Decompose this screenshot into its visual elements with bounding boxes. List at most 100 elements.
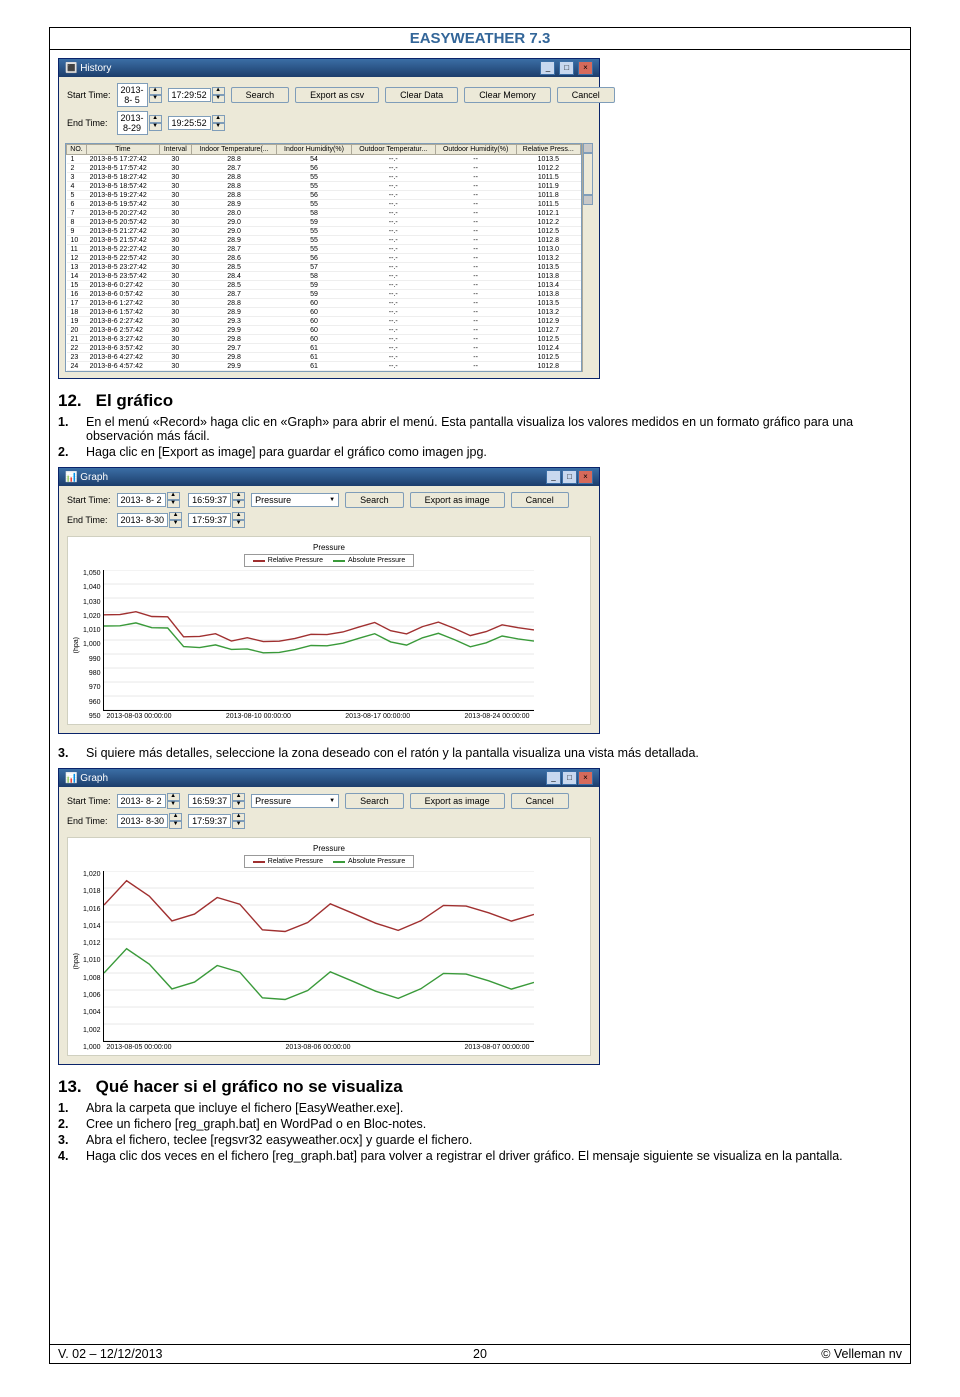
spinner-down-icon[interactable]: ▼	[212, 123, 225, 131]
table-row[interactable]: 152013-8-6 0:27:423028.559--.---1013.4	[67, 281, 581, 290]
spinner-up-icon[interactable]: ▲	[149, 115, 162, 123]
start-time-field[interactable]: 16:59:37	[188, 493, 231, 507]
table-row[interactable]: 172013-8-6 1:27:423028.860--.---1013.5	[67, 299, 581, 308]
cancel-button[interactable]: Cancel	[557, 87, 615, 103]
table-row[interactable]: 122013-8-5 22:57:423028.656--.---1013.2	[67, 254, 581, 263]
history-col-header[interactable]: Indoor Temperature(...	[191, 145, 276, 155]
export-image-button[interactable]: Export as image	[410, 492, 505, 508]
start-date-field[interactable]: 2013- 8- 5	[117, 83, 148, 107]
table-row[interactable]: 102013-8-5 21:57:423028.955--.---1012.8	[67, 236, 581, 245]
history-col-header[interactable]: Time	[87, 145, 160, 155]
end-date-field[interactable]: 2013- 8-30	[117, 513, 169, 527]
table-row[interactable]: 242013-8-6 4:57:423029.961--.---1012.8	[67, 362, 581, 371]
table-row[interactable]: 182013-8-6 1:57:423028.960--.---1013.2	[67, 308, 581, 317]
table-row[interactable]: 32013-8-5 18:27:423028.855--.---1011.5	[67, 173, 581, 182]
minimize-icon[interactable]: _	[540, 61, 555, 75]
measure-select[interactable]: Pressure▼	[251, 794, 339, 808]
spinner-up-icon[interactable]: ▲	[212, 115, 225, 123]
graph-window-1: 📊 Graph _□× Start Time: 2013- 8- 2▲▼ 16:…	[58, 467, 600, 734]
table-row[interactable]: 142013-8-5 23:57:423028.458--.---1013.8	[67, 272, 581, 281]
plot-area: Pressure Relative Pressure Absolute Pres…	[67, 536, 591, 725]
minimize-icon[interactable]: _	[546, 771, 561, 785]
spinner-down-icon[interactable]: ▼	[149, 95, 162, 103]
table-row[interactable]: 162013-8-6 0:57:423028.759--.---1013.8	[67, 290, 581, 299]
end-date-field[interactable]: 2013- 8-30	[117, 814, 169, 828]
plot-svg[interactable]	[103, 871, 534, 1042]
spinner-down-icon[interactable]: ▼	[169, 821, 182, 829]
spinner-down-icon[interactable]: ▼	[232, 801, 245, 809]
spinner-down-icon[interactable]: ▼	[149, 123, 162, 131]
spinner-up-icon[interactable]: ▲	[232, 813, 245, 821]
table-row[interactable]: 212013-8-6 3:27:423029.860--.---1012.5	[67, 335, 581, 344]
spinner-up-icon[interactable]: ▲	[169, 813, 182, 821]
scrollbar[interactable]	[582, 143, 593, 372]
table-row[interactable]: 12013-8-5 17:27:423028.854--.---1013.5	[67, 155, 581, 164]
plot-svg[interactable]	[103, 570, 534, 711]
spinner-down-icon[interactable]: ▼	[169, 520, 182, 528]
clear-memory-button[interactable]: Clear Memory	[464, 87, 551, 103]
spinner-down-icon[interactable]: ▼	[232, 520, 245, 528]
table-row[interactable]: 202013-8-6 2:57:423029.960--.---1012.7	[67, 326, 581, 335]
list-item: 4.Haga clic dos veces en el fichero [reg…	[58, 1149, 902, 1163]
spinner-up-icon[interactable]: ▲	[149, 87, 162, 95]
spinner-down-icon[interactable]: ▼	[232, 500, 245, 508]
table-row[interactable]: 22013-8-5 17:57:423028.756--.---1012.2	[67, 164, 581, 173]
end-time-field[interactable]: 17:59:37	[188, 513, 231, 527]
table-row[interactable]: 192013-8-6 2:27:423029.360--.---1012.9	[67, 317, 581, 326]
history-col-header[interactable]: Outdoor Temperatur...	[351, 145, 435, 155]
end-date-field[interactable]: 2013- 8-29	[117, 111, 148, 135]
list-item: 1.Abra la carpeta que incluye el fichero…	[58, 1101, 902, 1115]
cancel-button[interactable]: Cancel	[511, 793, 569, 809]
history-col-header[interactable]: NO.	[67, 145, 87, 155]
graph-window-title: 📊 Graph	[65, 472, 108, 483]
table-row[interactable]: 42013-8-5 18:57:423028.855--.---1011.9	[67, 182, 581, 191]
start-time-field[interactable]: 17:29:52	[168, 88, 211, 102]
close-icon[interactable]: ×	[578, 771, 593, 785]
end-time-field[interactable]: 19:25:52	[168, 116, 211, 130]
search-button[interactable]: Search	[345, 492, 404, 508]
end-time-label: End Time:	[67, 816, 111, 826]
maximize-icon[interactable]: □	[562, 771, 577, 785]
table-row[interactable]: 52013-8-5 19:27:423028.856--.---1011.8	[67, 191, 581, 200]
spinner-up-icon[interactable]: ▲	[232, 512, 245, 520]
spinner-down-icon[interactable]: ▼	[212, 95, 225, 103]
search-button[interactable]: Search	[345, 793, 404, 809]
spinner-up-icon[interactable]: ▲	[169, 512, 182, 520]
close-icon[interactable]: ×	[578, 61, 593, 75]
spinner-up-icon[interactable]: ▲	[167, 793, 180, 801]
spinner-up-icon[interactable]: ▲	[232, 793, 245, 801]
spinner-up-icon[interactable]: ▲	[167, 492, 180, 500]
table-row[interactable]: 82013-8-5 20:57:423029.059--.---1012.2	[67, 218, 581, 227]
plot-legend: Relative Pressure Absolute Pressure	[244, 855, 414, 868]
start-date-field[interactable]: 2013- 8- 2	[117, 493, 166, 507]
close-icon[interactable]: ×	[578, 470, 593, 484]
table-row[interactable]: 112013-8-5 22:27:423028.755--.---1013.0	[67, 245, 581, 254]
export-image-button[interactable]: Export as image	[410, 793, 505, 809]
table-row[interactable]: 72013-8-5 20:27:423028.058--.---1012.1	[67, 209, 581, 218]
end-time-field[interactable]: 17:59:37	[188, 814, 231, 828]
measure-select[interactable]: Pressure▼	[251, 493, 339, 507]
history-col-header[interactable]: Relative Press...	[516, 145, 580, 155]
table-row[interactable]: 92013-8-5 21:27:423029.055--.---1012.5	[67, 227, 581, 236]
clear-data-button[interactable]: Clear Data	[385, 87, 458, 103]
export-csv-button[interactable]: Export as csv	[295, 87, 379, 103]
cancel-button[interactable]: Cancel	[511, 492, 569, 508]
maximize-icon[interactable]: □	[562, 470, 577, 484]
spinner-up-icon[interactable]: ▲	[232, 492, 245, 500]
maximize-icon[interactable]: □	[559, 61, 574, 75]
history-col-header[interactable]: Interval	[159, 145, 191, 155]
history-col-header[interactable]: Indoor Humidity(%)	[277, 145, 352, 155]
minimize-icon[interactable]: _	[546, 470, 561, 484]
spinner-down-icon[interactable]: ▼	[232, 821, 245, 829]
start-date-field[interactable]: 2013- 8- 2	[117, 794, 166, 808]
spinner-down-icon[interactable]: ▼	[167, 801, 180, 809]
spinner-down-icon[interactable]: ▼	[167, 500, 180, 508]
table-row[interactable]: 222013-8-6 3:57:423029.761--.---1012.4	[67, 344, 581, 353]
table-row[interactable]: 62013-8-5 19:57:423028.955--.---1011.5	[67, 200, 581, 209]
search-button[interactable]: Search	[231, 87, 290, 103]
spinner-up-icon[interactable]: ▲	[212, 87, 225, 95]
start-time-field[interactable]: 16:59:37	[188, 794, 231, 808]
table-row[interactable]: 232013-8-6 4:27:423029.861--.---1012.5	[67, 353, 581, 362]
table-row[interactable]: 132013-8-5 23:27:423028.557--.---1013.5	[67, 263, 581, 272]
history-col-header[interactable]: Outdoor Humidity(%)	[435, 145, 516, 155]
